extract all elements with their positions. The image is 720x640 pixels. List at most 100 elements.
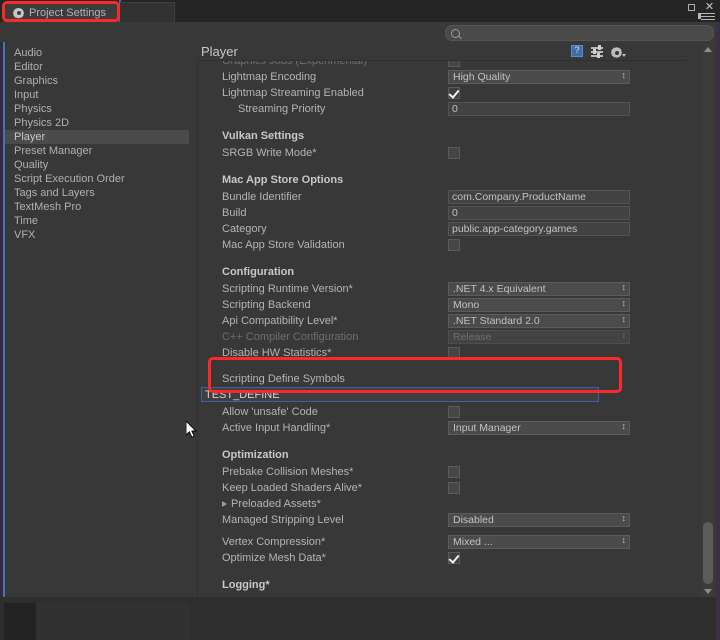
settings-row-graphics-jobs-clipped: Graphics Jobs (Experimental) — [222, 61, 687, 69]
settings-row-streaming-priority: Streaming Priority 0 — [222, 101, 687, 117]
settings-sidebar: Audio Editor Graphics Input Physics Physics 2… — [3, 42, 189, 597]
row-label: Active Input Handling* — [222, 422, 331, 434]
row-label: Scripting Backend — [222, 299, 311, 311]
scripting-define-symbols-input[interactable]: TEST_DEFINE — [201, 387, 599, 402]
sidebar-item-label: Script Execution Order — [14, 173, 125, 185]
dropdown-value: Release — [453, 331, 492, 343]
checkbox-allow-unsafe-code[interactable] — [448, 406, 460, 418]
close-button[interactable]: ✕ — [704, 2, 715, 13]
scripting-define-symbols-value: TEST_DEFINE — [205, 388, 280, 401]
scrollbar-thumb[interactable] — [703, 522, 713, 584]
input-value: com.Company.ProductName — [452, 191, 587, 203]
section-heading-vulkan-settings: Vulkan Settings — [222, 130, 305, 142]
sidebar-item-quality[interactable]: Quality — [5, 158, 189, 172]
dropdown-vertex-compression[interactable]: Mixed ... — [448, 535, 630, 549]
settings-row-api-compatibility-level: Api Compatibility Level* .NET Standard 2.… — [222, 313, 687, 329]
row-label: Scripting Runtime Version* — [222, 283, 353, 295]
preset-icon[interactable] — [591, 45, 603, 58]
dropdown-api-compatibility-level[interactable]: .NET Standard 2.0 — [448, 314, 630, 328]
settings-row-lightmap-streaming-enabled: Lightmap Streaming Enabled — [222, 85, 687, 101]
settings-row-c-compiler-configuration: C++ Compiler Configuration Release — [222, 329, 687, 345]
checkbox-srgb-write-mode[interactable] — [448, 147, 460, 159]
sidebar-item-graphics[interactable]: Graphics — [5, 74, 189, 88]
section-heading-mac-app-store-options: Mac App Store Options — [222, 174, 344, 186]
dropdown-value: .NET Standard 2.0 — [453, 315, 540, 327]
foldout-arrow-icon[interactable] — [222, 501, 227, 507]
input-bundle-identifier[interactable]: com.Company.ProductName — [448, 190, 630, 204]
scroll-up-arrow-icon[interactable] — [704, 47, 712, 52]
settings-row-scripting-runtime-version: Scripting Runtime Version* .NET 4.x Equiv… — [222, 281, 687, 297]
maximize-button[interactable] — [686, 2, 697, 13]
settings-row-build: Build 0 — [222, 205, 687, 221]
tab-project-settings[interactable]: Project Settings — [4, 2, 120, 23]
sidebar-item-label: Physics — [14, 103, 52, 115]
checkbox-prebake-collision-meshes[interactable] — [448, 466, 460, 478]
unity-project-settings-window: ✕ Project Settings Audio Editor Graphics In… — [0, 0, 720, 640]
settings-row-preloaded-assets: Preloaded Assets* — [222, 496, 687, 512]
checkbox-mac-app-store-validation[interactable] — [448, 239, 460, 251]
row-label: Lightmap Streaming Enabled — [222, 87, 364, 99]
dropdown-lightmap-encoding[interactable]: High Quality — [448, 70, 630, 84]
dropdown-value: Input Manager — [453, 422, 521, 434]
settings-row-bundle-identifier: Bundle Identifier com.Company.ProductName — [222, 189, 687, 205]
scroll-down-arrow-icon[interactable] — [704, 589, 712, 594]
row-label: Disable HW Statistics* — [222, 347, 332, 359]
page-title: Player — [201, 44, 238, 59]
sidebar-item-editor[interactable]: Editor — [5, 60, 189, 74]
input-build[interactable]: 0 — [448, 206, 630, 220]
row-label: Graphics Jobs (Experimental) — [222, 61, 367, 67]
dropdown-value: Disabled — [453, 514, 494, 526]
sidebar-item-label: Time — [14, 215, 39, 227]
sidebar-item-input[interactable]: Input — [5, 88, 189, 102]
sidebar-item-preset-manager[interactable]: Preset Manager — [5, 144, 189, 158]
dropdown-scripting-runtime-version[interactable]: .NET 4.x Equivalent — [448, 282, 630, 296]
checkbox-lightmap-streaming-enabled[interactable] — [448, 87, 460, 99]
sidebar-item-physics[interactable]: Physics — [5, 102, 189, 116]
sidebar-item-textmesh-pro[interactable]: TextMesh Pro — [5, 200, 189, 214]
sidebar-item-vfx[interactable]: VFX — [5, 228, 189, 242]
input-streaming-priority[interactable]: 0 — [448, 102, 630, 116]
settings-row-disable-hw-statistics: Disable HW Statistics* — [222, 345, 687, 361]
sidebar-item-time[interactable]: Time — [5, 214, 189, 228]
section-heading-configuration: Configuration — [222, 266, 295, 278]
sidebar-item-tags-and-layers[interactable]: Tags and Layers — [5, 186, 189, 200]
vertical-scrollbar[interactable] — [702, 44, 714, 597]
checkbox-keep-loaded-shaders-alive[interactable] — [448, 482, 460, 494]
input-category[interactable]: public.app-category.games — [448, 222, 630, 236]
hamburger-menu-icon[interactable] — [701, 13, 715, 22]
row-label: C++ Compiler Configuration — [222, 331, 359, 343]
settings-row-keep-loaded-shaders-alive: Keep Loaded Shaders Alive* — [222, 480, 687, 496]
mouse-cursor — [186, 421, 198, 438]
row-label: Vertex Compression* — [222, 536, 326, 548]
search-input[interactable] — [445, 25, 714, 41]
window-controls: ✕ — [686, 2, 715, 13]
sidebar-item-label: Audio — [14, 47, 43, 59]
settings-row-srgb-write-mode: SRGB Write Mode* — [222, 145, 687, 161]
dropdown-managed-stripping-level[interactable]: Disabled — [448, 513, 630, 527]
help-icon[interactable] — [571, 45, 583, 57]
settings-gear-icon[interactable] — [611, 45, 626, 57]
checkbox-disable-hw-statistics[interactable] — [448, 347, 460, 359]
checkbox-graphics-jobs[interactable] — [448, 61, 460, 67]
settings-row-allow-unsafe-code: Allow 'unsafe' Code — [222, 404, 687, 420]
checkbox-optimize-mesh-data[interactable] — [448, 552, 460, 564]
sidebar-item-physics-2d[interactable]: Physics 2D — [5, 116, 189, 130]
row-label: Build — [222, 207, 247, 219]
tab-empty-slot[interactable] — [120, 2, 175, 23]
dropdown-scripting-backend[interactable]: Mono — [448, 298, 630, 312]
sidebar-item-audio[interactable]: Audio — [5, 46, 189, 60]
sidebar-item-script-execution-order[interactable]: Script Execution Order — [5, 172, 189, 186]
dropdown-active-input-handling[interactable]: Input Manager — [448, 421, 630, 435]
row-label: Mac App Store Validation — [222, 239, 345, 251]
row-label: Allow 'unsafe' Code — [222, 406, 318, 418]
settings-row-prebake-collision-meshes: Prebake Collision Meshes* — [222, 464, 687, 480]
row-label: Keep Loaded Shaders Alive* — [222, 482, 363, 494]
search-icon — [451, 28, 460, 38]
sidebar-item-player[interactable]: Player — [5, 130, 189, 144]
